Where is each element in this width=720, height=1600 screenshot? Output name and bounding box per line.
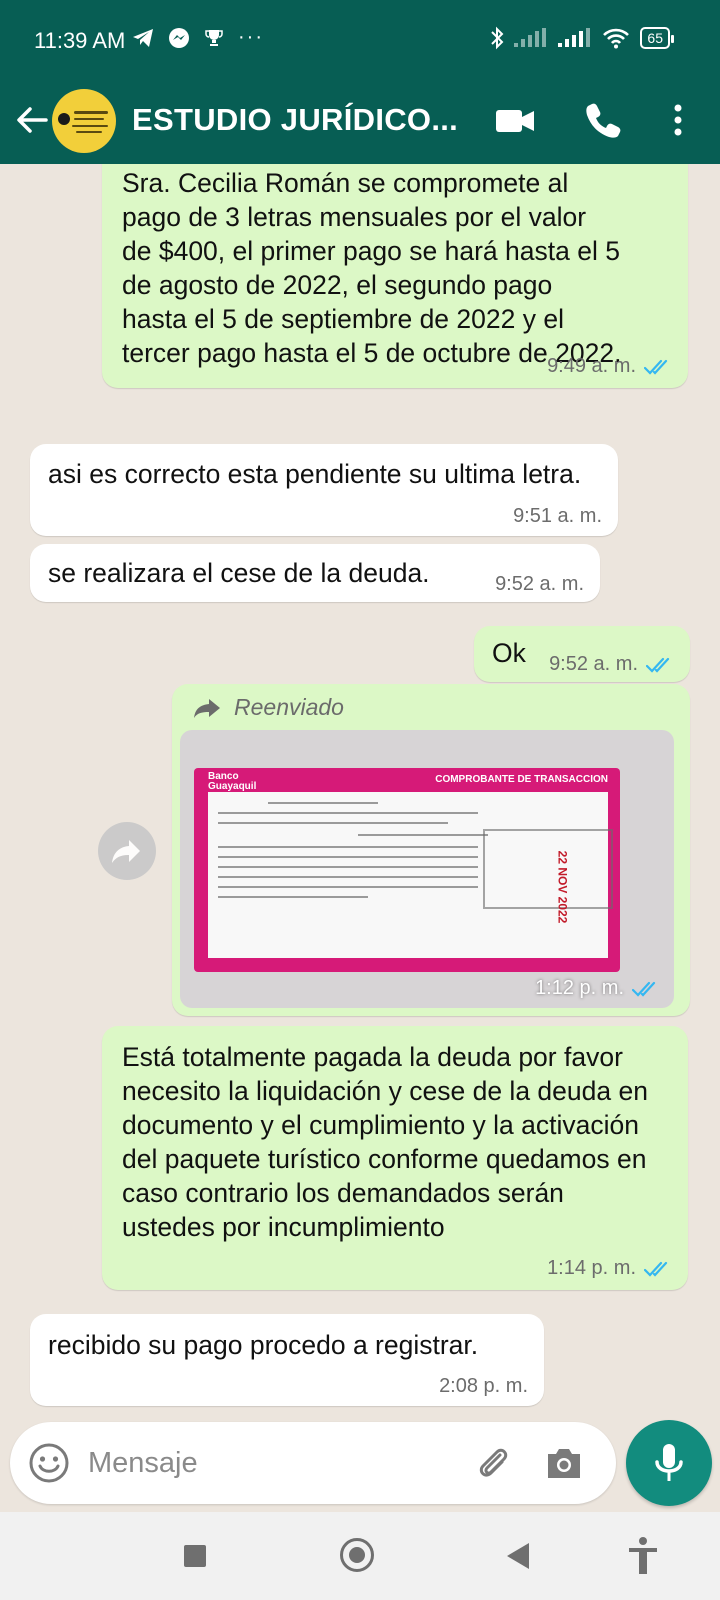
message-text: Sra. Cecilia Román se compromete al pago… <box>122 168 622 368</box>
chat-header: ESTUDIO JURÍDICO... <box>0 78 720 164</box>
message-text: Está totalmente pagada la deuda por favo… <box>122 1042 648 1242</box>
message-time: 9:52 a. m. <box>495 573 584 595</box>
video-call-icon[interactable] <box>494 102 536 138</box>
bluetooth-icon <box>491 26 504 50</box>
system-navigation-bar <box>0 1512 720 1600</box>
phone-call-icon[interactable] <box>583 100 623 140</box>
message-bubble-incoming[interactable]: asi es correcto esta pendiente su ultima… <box>30 444 618 536</box>
message-input[interactable] <box>88 1440 468 1486</box>
bank-stamp <box>483 829 613 909</box>
message-bubble-outgoing[interactable]: Está totalmente pagada la deuda por favo… <box>102 1026 688 1290</box>
bank-logo: Banco Guayaquil <box>208 771 257 792</box>
messenger-icon <box>169 27 189 48</box>
wifi-icon <box>603 28 630 49</box>
message-bubble-outgoing[interactable]: Ok 9:52 a. m. <box>474 626 690 682</box>
more-options-icon[interactable] <box>666 100 690 140</box>
recent-apps-icon[interactable] <box>184 1545 206 1567</box>
forwarded-label: Reenviado <box>192 694 344 721</box>
message-bubble-incoming[interactable]: recibido su pago procedo a registrar. 2:… <box>30 1314 544 1406</box>
emoji-icon[interactable] <box>28 1442 70 1484</box>
signal-icon-2 <box>558 28 591 47</box>
message-time: 2:08 p. m. <box>439 1375 528 1397</box>
status-time: 11:39 AM <box>34 28 126 53</box>
microphone-icon <box>655 1444 683 1481</box>
double-check-read-icon <box>632 981 656 997</box>
contact-avatar[interactable] <box>52 89 116 153</box>
bank-receipt: Banco Guayaquil COMPROBANTE DE TRANSACCI… <box>194 768 620 972</box>
home-icon[interactable] <box>340 1538 374 1572</box>
voice-record-button[interactable] <box>626 1420 712 1506</box>
message-time: 1:12 p. m. <box>535 977 624 999</box>
message-bubble-incoming[interactable]: se realizara el cese de la deuda. 9:52 a… <box>30 544 600 602</box>
message-bubble-outgoing-image[interactable]: Reenviado Banco Guayaquil COMPROBANTE DE… <box>172 684 690 1016</box>
forwarded-arrow-icon <box>194 698 220 718</box>
signal-icon <box>514 28 547 47</box>
battery-icon: 65 <box>640 27 674 49</box>
forwarded-text: Reenviado <box>234 694 344 720</box>
back-arrow-icon[interactable] <box>14 98 50 142</box>
message-composer <box>10 1422 616 1504</box>
telegram-icon <box>133 28 153 47</box>
double-check-read-icon <box>644 1261 668 1277</box>
more-notifications-icon: ··· <box>238 26 264 48</box>
receipt-title: COMPROBANTE DE TRANSACCION <box>435 774 608 785</box>
message-time: 9:51 a. m. <box>513 505 602 527</box>
camera-icon[interactable] <box>544 1444 584 1482</box>
message-text: asi es correcto esta pendiente su ultima… <box>48 459 582 489</box>
double-check-read-icon <box>644 359 668 375</box>
trophy-icon <box>205 29 223 46</box>
receipt-photo[interactable]: Banco Guayaquil COMPROBANTE DE TRANSACCI… <box>180 730 674 1008</box>
message-time: 9:49 a. m. <box>547 355 636 377</box>
attach-paperclip-icon[interactable] <box>472 1442 514 1484</box>
system-back-icon[interactable] <box>507 1543 529 1569</box>
contact-name[interactable]: ESTUDIO JURÍDICO... <box>132 102 458 138</box>
accessibility-icon[interactable] <box>626 1536 660 1576</box>
message-time: 9:52 a. m. <box>549 653 638 675</box>
share-forward-icon <box>112 840 140 863</box>
message-bubble-outgoing[interactable]: Sra. Cecilia Román se compromete al pago… <box>102 164 688 388</box>
stamp-date: 22 NOV 2022 <box>555 850 570 924</box>
message-time: 1:14 p. m. <box>547 1257 636 1279</box>
status-bar: 11:39 AM ··· 65 <box>0 0 720 78</box>
message-text: se realizara el cese de la deuda. <box>48 558 430 588</box>
double-check-read-icon <box>646 657 670 673</box>
message-list[interactable]: Sra. Cecilia Román se compromete al pago… <box>0 164 720 1416</box>
message-text: Ok <box>492 638 526 668</box>
message-text: recibido su pago procedo a registrar. <box>48 1330 479 1360</box>
forward-button[interactable] <box>98 822 156 880</box>
